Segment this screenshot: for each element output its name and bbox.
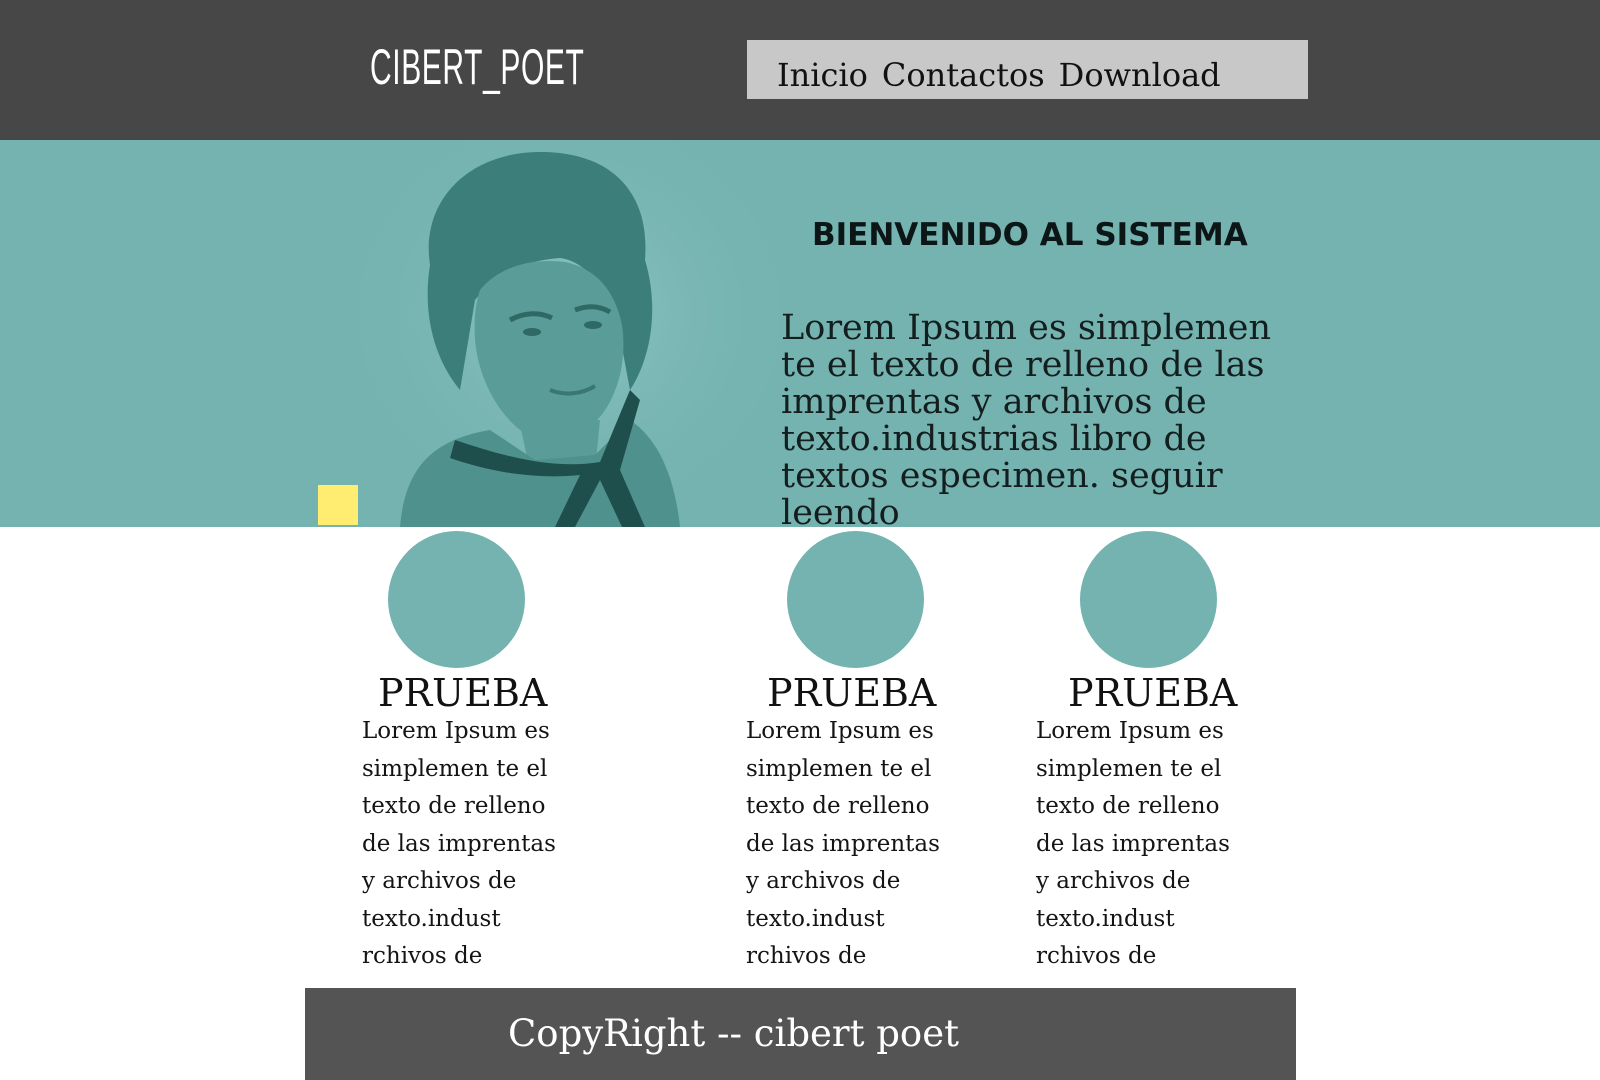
feature-circle-icon [1080, 531, 1217, 668]
feature-circle-icon [787, 531, 924, 668]
copyright-text: CopyRight -- cibert poet [508, 1012, 959, 1055]
feature-text: Lorem Ipsum es simplemen te el texto de … [746, 718, 940, 969]
hero-title: BIENVENIDO AL SISTEMA [812, 216, 1248, 253]
feature-text: Lorem Ipsum es simplemen te el texto de … [362, 718, 556, 969]
accent-square [318, 485, 358, 525]
nav-link-download[interactable]: Download [1059, 56, 1221, 94]
site-header: CIBERT_POET Inicio Contactos Download [0, 0, 1600, 140]
main-nav: Inicio Contactos Download [747, 40, 1308, 99]
feature-circle-icon [388, 531, 525, 668]
site-logo[interactable]: CIBERT_POET [370, 38, 584, 96]
site-footer: CopyRight -- cibert poet [305, 988, 1296, 1080]
feature-title: PRUEBA [378, 671, 548, 715]
feature-title: PRUEBA [1068, 671, 1238, 715]
hero-text: Lorem Ipsum es simplemen te el texto de … [781, 308, 1272, 533]
feature-text: Lorem Ipsum es simplemen te el texto de … [1036, 718, 1230, 969]
hero-portrait-image [360, 140, 780, 527]
nav-link-contactos[interactable]: Contactos [882, 56, 1045, 94]
feature-title: PRUEBA [767, 671, 937, 715]
nav-link-inicio[interactable]: Inicio [777, 56, 868, 94]
